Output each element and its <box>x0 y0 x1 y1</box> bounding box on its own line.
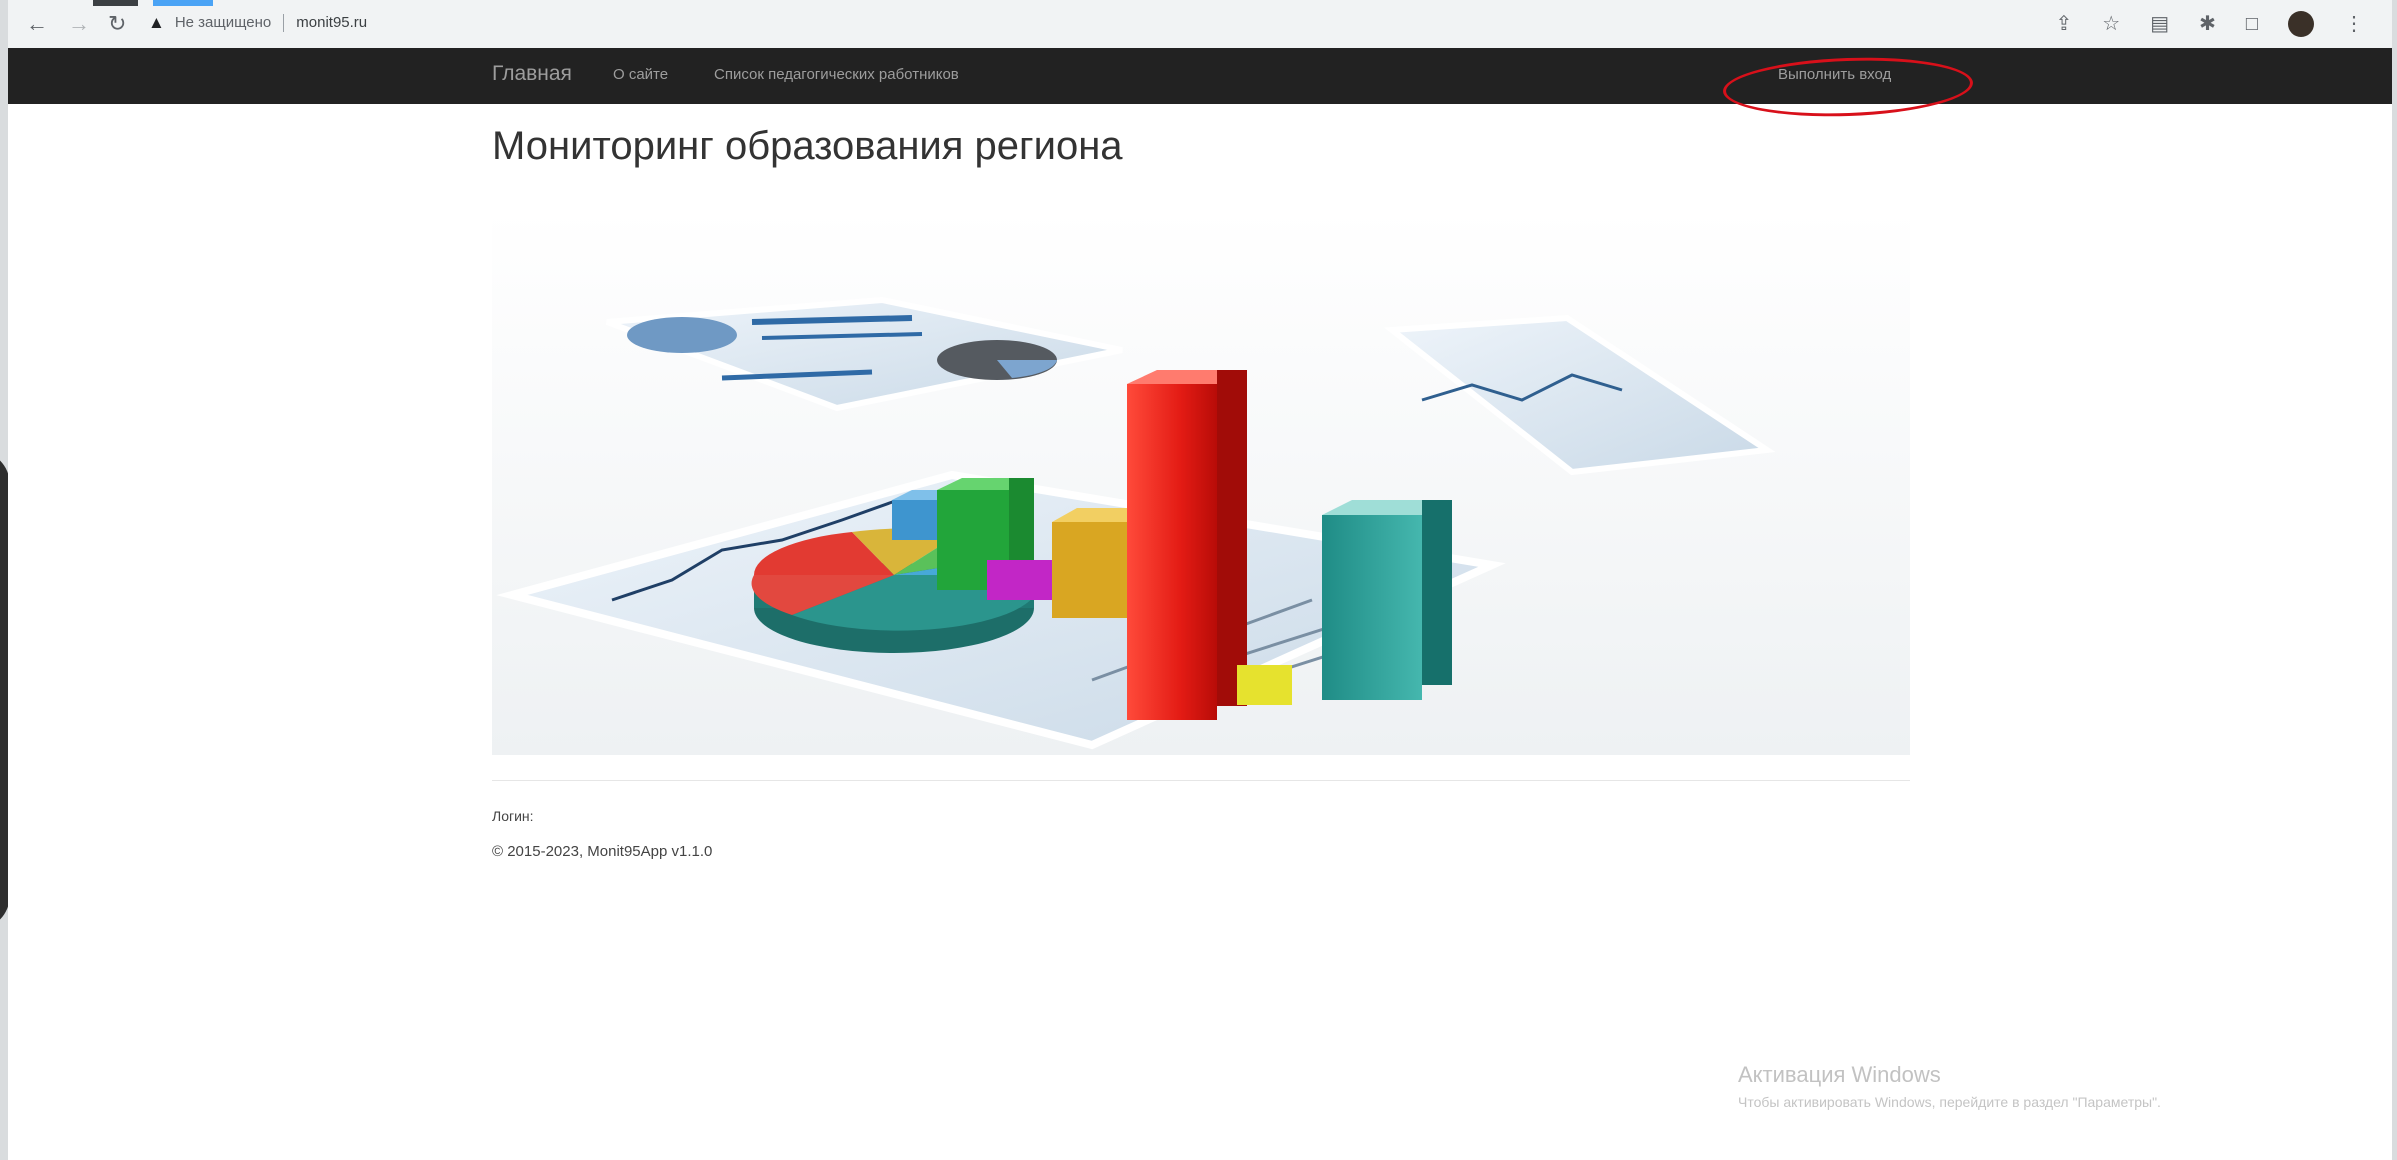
tab-indicator <box>93 0 138 6</box>
star-icon[interactable]: ☆ <box>2102 10 2120 38</box>
forward-icon[interactable]: → <box>68 10 90 38</box>
profile-icon[interactable] <box>2288 11 2314 37</box>
nav-link-staff-list[interactable]: Список педагогических работников <box>714 66 959 83</box>
address-separator <box>283 14 285 32</box>
warning-icon[interactable]: ▲ <box>148 8 165 38</box>
bar-orange <box>1052 522 1132 618</box>
copyright-text: © 2015-2023, Monit95App v1.1.0 <box>492 843 713 860</box>
footer-divider <box>492 780 1910 781</box>
menu-icon[interactable]: ⋮ <box>2344 10 2364 38</box>
browser-toolbar: ← → ↻ ▲ Не защищено monit95.ru ⇪ ☆ ▤ ✱ □… <box>8 0 2392 48</box>
browser-actions: ⇪ ☆ ▤ ✱ □ ⋮ <box>2056 10 2364 38</box>
nav-brand-home[interactable]: Главная <box>492 62 572 86</box>
url-text: monit95.ru <box>296 14 368 31</box>
reading-list-icon[interactable]: ▤ <box>2150 10 2169 38</box>
page-title: Мониторинг образования региона <box>492 124 1123 168</box>
site-navbar: Главная О сайте Список педагогических ра… <box>8 48 2392 104</box>
windows-activation-title: Активация Windows <box>1738 1062 1941 1087</box>
security-label: Не защищено <box>174 14 272 31</box>
reload-icon[interactable]: ↻ <box>108 10 126 38</box>
nav-link-about[interactable]: О сайте <box>613 66 668 83</box>
extensions-icon[interactable]: ✱ <box>2199 10 2216 38</box>
bar-magenta <box>987 560 1052 600</box>
address-bar[interactable]: ▲ Не защищено monit95.ru <box>148 8 367 38</box>
login-label: Логин: <box>492 808 534 824</box>
window-icon[interactable]: □ <box>2246 10 2258 38</box>
windows-activation-hint: Чтобы активировать Windows, перейдите в … <box>1738 1094 2161 1110</box>
tab-indicator-active <box>153 0 213 6</box>
bar-red <box>1127 384 1217 720</box>
browser-window: ← → ↻ ▲ Не защищено monit95.ru ⇪ ☆ ▤ ✱ □… <box>8 0 2392 1160</box>
hero-image <box>492 210 1910 755</box>
report-pie <box>627 317 737 353</box>
bar-teal <box>1322 515 1422 700</box>
back-icon[interactable]: ← <box>26 10 48 38</box>
share-icon[interactable]: ⇪ <box>2056 10 2073 38</box>
bar-yellow <box>1237 665 1292 705</box>
